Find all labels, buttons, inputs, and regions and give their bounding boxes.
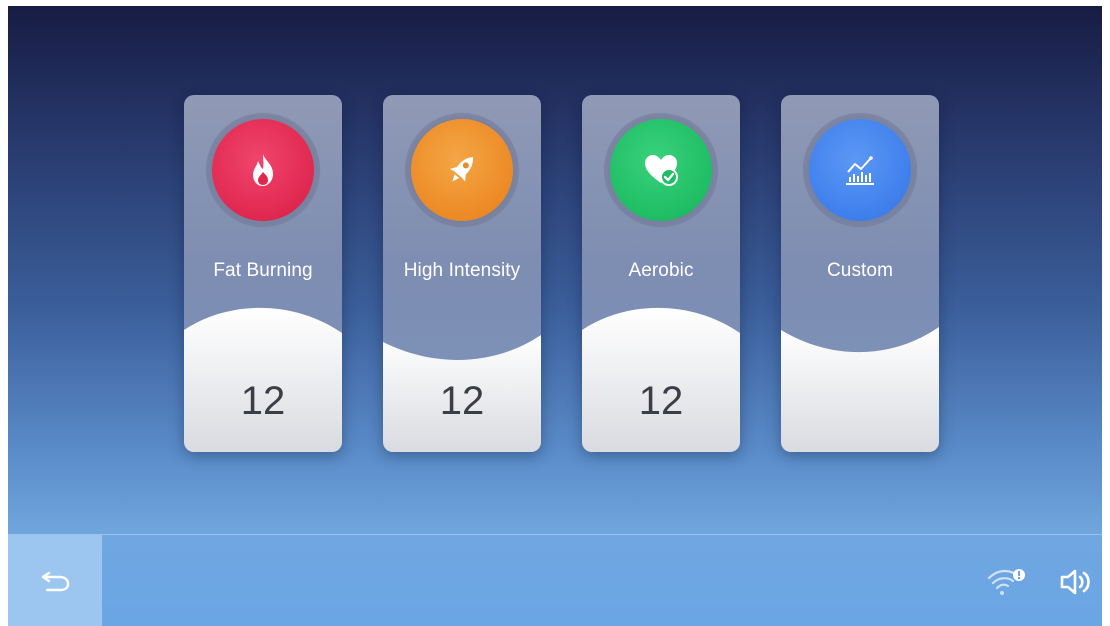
mode-card-aerobic[interactable]: Aerobic 12 bbox=[582, 95, 740, 452]
mode-count: 12 bbox=[439, 379, 485, 423]
wifi-alert-icon[interactable] bbox=[986, 566, 1026, 598]
mode-count: 12 bbox=[240, 379, 286, 423]
mode-card-fat-burning[interactable]: Fat Burning 12 bbox=[184, 95, 342, 452]
mode-cards: Fat Burning 12 High Intensity 12 Aerobic… bbox=[8, 6, 1102, 626]
mode-label: Fat Burning bbox=[213, 260, 313, 281]
mode-card-high-intensity[interactable]: High Intensity 12 bbox=[383, 95, 541, 452]
mode-card-custom[interactable]: Custom bbox=[781, 95, 939, 452]
rocket-icon bbox=[411, 119, 513, 221]
mode-count: 12 bbox=[638, 379, 684, 423]
bottom-bar bbox=[8, 534, 1102, 626]
chart-icon bbox=[809, 119, 911, 221]
mode-label: Aerobic bbox=[628, 260, 694, 281]
app-screen: Fat Burning 12 High Intensity 12 Aerobic… bbox=[8, 6, 1102, 626]
back-arrow-icon bbox=[41, 571, 70, 592]
mode-label: Custom bbox=[826, 260, 894, 281]
back-button[interactable] bbox=[8, 535, 102, 626]
speaker-icon[interactable] bbox=[1058, 566, 1098, 598]
mode-label: High Intensity bbox=[403, 260, 521, 281]
heart-check-icon bbox=[610, 119, 712, 221]
flame-icon bbox=[212, 119, 314, 221]
